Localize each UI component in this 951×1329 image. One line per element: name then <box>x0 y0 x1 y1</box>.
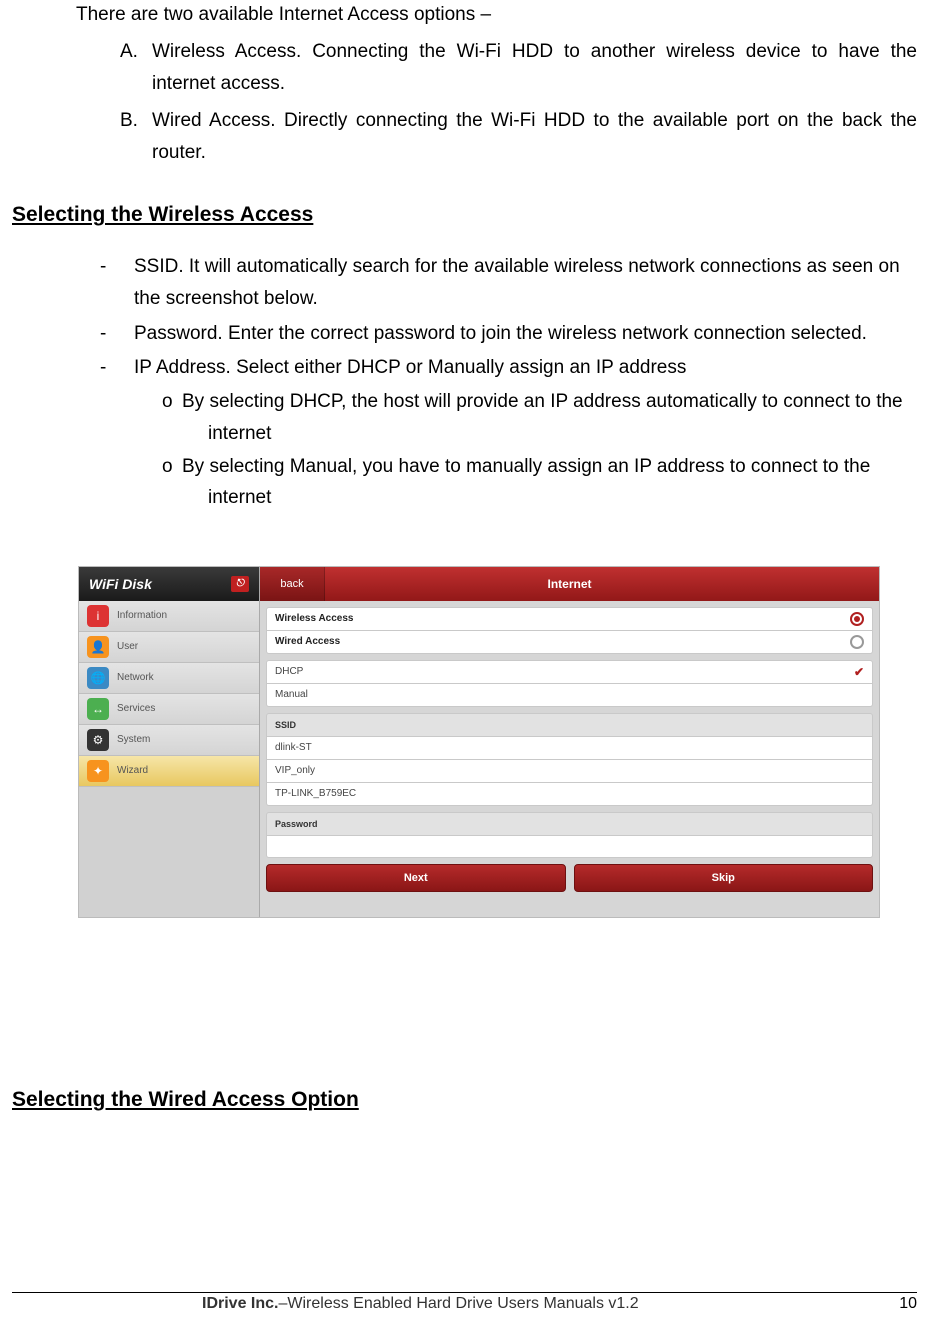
list-body: Wired Access. Directly connecting the Wi… <box>152 105 917 170</box>
list-marker: - <box>100 251 134 316</box>
sub-list: o By selecting DHCP, the host will provi… <box>162 386 917 513</box>
intro-text: There are two available Internet Access … <box>76 4 917 26</box>
list-item: o By selecting DHCP, the host will provi… <box>162 386 917 449</box>
nav-user[interactable]: 👤 User <box>79 632 259 663</box>
nav-information[interactable]: i Information <box>79 601 259 632</box>
radio-on-icon <box>850 612 864 626</box>
footer-text: IDrive Inc.–Wireless Enabled Hard Drive … <box>12 1295 639 1313</box>
nav-user-icon: 👤 <box>87 636 109 658</box>
nav-system[interactable]: ⚙ System <box>79 725 259 756</box>
brand-bar: WiFi Disk ⎋ <box>79 567 259 601</box>
option-label: Wireless Access <box>275 613 353 624</box>
page-number: 10 <box>899 1295 917 1313</box>
footer-brand: IDrive Inc. <box>202 1295 278 1312</box>
ssid-header: SSID <box>266 713 873 737</box>
list-item: A. Wireless Access. Connecting the Wi-Fi… <box>120 36 917 101</box>
list-body: SSID. It will automatically search for t… <box>134 251 917 316</box>
ssid-option[interactable]: VIP_only <box>266 760 873 783</box>
list-text: By selecting Manual, you have to manuall… <box>182 456 870 477</box>
password-header: Password <box>266 812 873 836</box>
nav-label: Network <box>117 672 154 683</box>
nav-label: Information <box>117 610 167 621</box>
list-item: B. Wired Access. Directly connecting the… <box>120 105 917 170</box>
nav-network-icon: 🌐 <box>87 667 109 689</box>
nav-label: User <box>117 641 138 652</box>
list-body: By selecting Manual, you have to manuall… <box>182 451 917 514</box>
wifi-disk-app: WiFi Disk ⎋ i Information 👤 User 🌐 Network ↔ Se… <box>78 566 880 918</box>
list-text-cont: internet <box>182 482 917 513</box>
list-marker: o <box>162 451 182 514</box>
nav-information-icon: i <box>87 605 109 627</box>
nav-services-icon: ↔ <box>87 698 109 720</box>
power-icon[interactable]: ⎋ <box>231 576 249 592</box>
topbar: back Internet <box>260 567 879 601</box>
skip-button[interactable]: Skip <box>574 864 874 892</box>
lettered-list: A. Wireless Access. Connecting the Wi-Fi… <box>120 36 917 169</box>
manual-option[interactable]: Manual <box>266 684 873 707</box>
list-text: By selecting DHCP, the host will provide… <box>182 391 903 412</box>
wired-access-option[interactable]: Wired Access <box>266 631 873 654</box>
list-item: o By selecting Manual, you have to manua… <box>162 451 917 514</box>
list-marker: o <box>162 386 182 449</box>
list-marker: - <box>100 352 134 384</box>
nav-label: Wizard <box>117 765 148 776</box>
list-body: Wireless Access. Connecting the Wi-Fi HD… <box>152 36 917 101</box>
brand-label: WiFi Disk <box>89 576 152 592</box>
settings-panel: Wireless Access Wired Access DHCP ✔ Manu… <box>260 601 879 898</box>
ip-mode-group: DHCP ✔ Manual <box>266 660 873 707</box>
ssid-group: SSID dlink-ST VIP_only TP-LINK_B759EC <box>266 713 873 806</box>
content-pane: back Internet Wireless Access Wired Acce… <box>260 567 879 917</box>
page-title: Internet <box>260 577 879 591</box>
button-row: Next Skip <box>266 864 873 892</box>
nav-wizard-icon: ✦ <box>87 760 109 782</box>
dhcp-option[interactable]: DHCP ✔ <box>266 660 873 684</box>
page-footer: IDrive Inc.–Wireless Enabled Hard Drive … <box>12 1292 917 1313</box>
nav-label: System <box>117 734 150 745</box>
wireless-access-option[interactable]: Wireless Access <box>266 607 873 631</box>
option-label: Manual <box>275 689 308 700</box>
list-body: Password. Enter the correct password to … <box>134 318 917 350</box>
back-button[interactable]: back <box>260 567 325 601</box>
ssid-option[interactable]: dlink-ST <box>266 737 873 760</box>
option-label: Wired Access <box>275 636 340 647</box>
list-marker: B. <box>120 105 152 170</box>
ssid-option[interactable]: TP-LINK_B759EC <box>266 783 873 806</box>
sidebar: WiFi Disk ⎋ i Information 👤 User 🌐 Network ↔ Se… <box>79 567 260 917</box>
next-button[interactable]: Next <box>266 864 566 892</box>
list-item: - Password. Enter the correct password t… <box>100 318 917 350</box>
nav-system-icon: ⚙ <box>87 729 109 751</box>
list-body: IP Address. Select either DHCP or Manual… <box>134 352 917 384</box>
list-item: - IP Address. Select either DHCP or Manu… <box>100 352 917 384</box>
footer-sub: –Wireless Enabled Hard Drive Users Manua… <box>278 1295 638 1312</box>
password-input[interactable] <box>266 836 873 858</box>
nav-label: Services <box>117 703 155 714</box>
heading-wireless: Selecting the Wireless Access <box>12 203 917 227</box>
password-group: Password <box>266 812 873 858</box>
list-text-cont: internet <box>182 418 917 449</box>
nav-services[interactable]: ↔ Services <box>79 694 259 725</box>
nav-network[interactable]: 🌐 Network <box>79 663 259 694</box>
list-item: - SSID. It will automatically search for… <box>100 251 917 316</box>
list-marker: - <box>100 318 134 350</box>
radio-off-icon <box>850 635 864 649</box>
option-label: DHCP <box>275 666 303 677</box>
list-marker: A. <box>120 36 152 101</box>
dash-list: - SSID. It will automatically search for… <box>100 251 917 384</box>
nav-wizard[interactable]: ✦ Wizard <box>79 756 259 787</box>
list-body: By selecting DHCP, the host will provide… <box>182 386 917 449</box>
check-icon: ✔ <box>854 665 864 679</box>
access-group: Wireless Access Wired Access <box>266 607 873 654</box>
heading-wired: Selecting the Wired Access Option <box>12 1088 917 1112</box>
